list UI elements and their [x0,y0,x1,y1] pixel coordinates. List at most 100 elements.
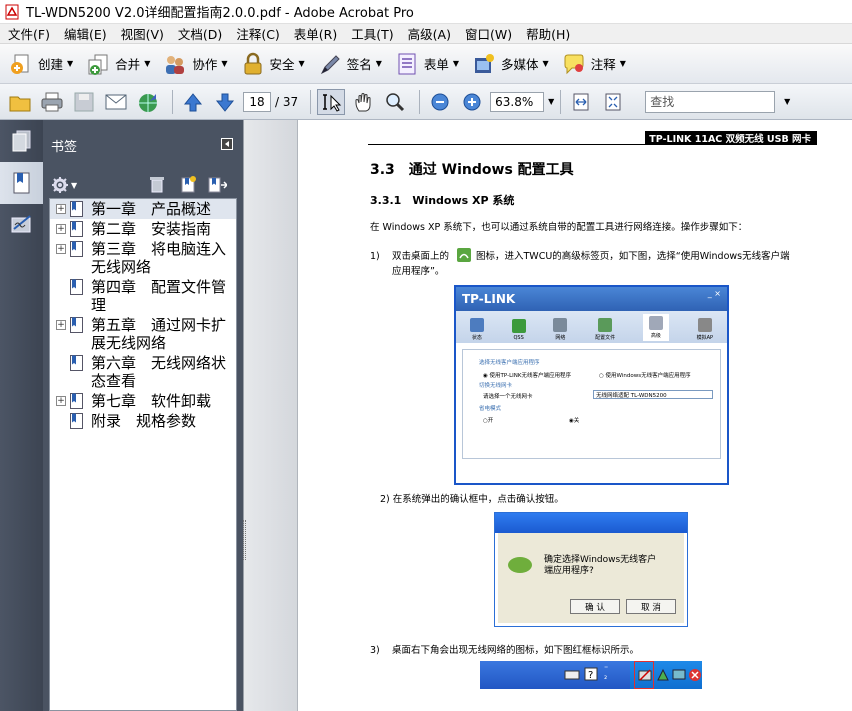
status-icon [469,318,484,332]
menu-comments[interactable]: 注释(C) [228,24,285,43]
pen-icon [317,51,343,77]
splitter-grip[interactable] [243,520,246,560]
pages-panel-button[interactable] [0,120,43,162]
utility-tab: 模拟AP [697,318,713,341]
previous-page-icon[interactable] [179,89,207,115]
find-input[interactable]: 查找 ▼ [645,90,790,113]
menu-view[interactable]: 视图(V) [113,24,170,43]
title-bar: TL-WDN5200 V2.0详细配置指南2.0.0.pdf - Adobe A… [0,0,852,24]
expand-plus-icon[interactable]: + [56,244,66,254]
zoom-in-icon[interactable] [458,89,486,115]
save-icon[interactable] [70,89,98,115]
toolbar-separator [560,89,562,114]
svg-text:?: ? [588,670,593,681]
upload-globe-icon[interactable] [134,89,162,115]
forms-button[interactable]: 表单 ▼ [394,49,459,79]
collapse-panel-button[interactable] [221,138,233,150]
sign-button[interactable]: 签名 ▼ [317,49,382,79]
menu-window[interactable]: 窗口(W) [457,24,518,43]
menu-edit[interactable]: 编辑(E) [56,24,113,43]
new-bookmark-icon[interactable] [179,175,197,196]
menu-tools[interactable]: 工具(T) [343,24,399,43]
confirm-ok-image-button: 确 认 [570,599,620,614]
network-tray-icon [656,668,670,685]
confirm-dialog-screenshot: 确定选择Windows无线客户端应用程序? 确 认 取 消 [494,512,688,627]
bookmark-icon [70,393,83,409]
next-page-icon[interactable] [211,89,239,115]
chevron-down-icon[interactable]: ▼ [784,97,790,106]
bookmarks-header: 书签 [43,120,243,170]
hand-tool-icon[interactable] [349,89,377,115]
multimedia-button[interactable]: 多媒体 ▼ [471,49,549,79]
bookmark-icon [70,355,83,371]
menu-forms[interactable]: 表单(R) [286,24,343,43]
profile-icon [598,318,613,332]
bookmark-item[interactable]: + 第五章 通过网卡扩展无线网络 [50,315,236,353]
chevron-down-icon: ▼ [221,59,228,68]
page-number-input[interactable]: 18 [243,91,271,112]
step1-number: 1) [370,251,380,262]
menu-help[interactable]: 帮助(H) [518,24,576,43]
subsection-heading: 3.3.1 Windows XP 系统 [370,194,515,207]
email-icon[interactable] [102,89,130,115]
bookmark-item[interactable]: + 第二章 安装指南 [50,219,236,239]
expand-bookmark-icon[interactable] [207,175,229,196]
menu-advanced[interactable]: 高级(A) [400,24,457,43]
keyboard-icon [564,669,580,684]
tasks-toolbar: 创建 ▼ 合并 ▼ 协作 ▼ 安全 ▼ 签名 ▼ 表单 ▼ 多媒体 ▼ 注释 ▼ [0,44,852,84]
chevron-down-icon: ▼ [375,59,382,68]
open-folder-icon[interactable] [6,89,34,115]
zoom-level-select[interactable]: 63.8% [490,91,545,112]
select-text-cursor-icon[interactable] [317,88,346,115]
chevron-down-icon[interactable]: ▼ [548,97,554,106]
help-icon: ? [584,667,598,684]
utility-tabs: 状态 QSS 网络 配置文件 高级 模拟AP [456,311,727,343]
expand-plus-icon[interactable]: + [56,224,66,234]
bookmark-icon [70,413,83,429]
menu-document[interactable]: 文档(D) [170,24,228,43]
comment-icon [561,51,587,77]
combine-icon [85,51,111,77]
zoom-out-icon[interactable] [426,89,454,115]
create-button[interactable]: 创建 ▼ [8,49,73,79]
doc-header-rule [368,144,817,145]
display-tray-icon [672,668,686,685]
bookmark-item[interactable]: + 第三章 将电脑连入无线网络 [50,239,236,277]
menu-file[interactable]: 文件(F) [0,24,56,43]
language-bar-icon: ⁼ ₂ [604,664,609,681]
bookmark-item[interactable]: 第四章 配置文件管理 [50,277,236,315]
speech-bubble-icon [508,557,532,573]
bookmark-item[interactable]: + 第一章 产品概述 [50,199,236,219]
chevron-down-icon: ▼ [619,59,626,68]
options-gear-icon[interactable]: ▼ [51,176,77,194]
bookmark-item[interactable]: 第六章 无线网络状态查看 [50,353,236,391]
bookmark-item[interactable]: 附录 规格参数 [50,411,236,431]
bookmark-item[interactable]: + 第七章 软件卸载 [50,391,236,411]
pane-splitter[interactable] [243,120,297,711]
wireless-utility-icon [456,247,472,266]
navigation-pane-rail [0,120,43,711]
step3-text: 桌面右下角会出现无线网络的图标，如下图红框标识所示。 [392,645,640,656]
create-pdf-icon [8,51,34,77]
fit-width-icon[interactable] [567,89,595,115]
comment-button[interactable]: 注释 ▼ [561,49,626,79]
expand-plus-icon[interactable]: + [56,204,66,214]
chevron-down-icon: ▼ [298,59,305,68]
security-button[interactable]: 安全 ▼ [240,49,305,79]
bookmarks-panel-button[interactable] [0,162,43,204]
marquee-zoom-icon[interactable] [381,89,409,115]
collaborate-button[interactable]: 协作 ▼ [162,49,228,79]
expand-plus-icon[interactable]: + [56,320,66,330]
step1-text-a: 双击桌面上的 [392,251,450,262]
print-icon[interactable] [38,89,66,115]
combine-button[interactable]: 合并 ▼ [85,49,150,79]
delete-bookmark-icon[interactable] [149,175,165,196]
signatures-panel-button[interactable] [0,204,43,246]
chevron-down-icon: ▼ [144,59,151,68]
taskbar-screenshot: ? ⁼ ₂ [480,661,702,689]
fit-page-icon[interactable] [599,89,627,115]
step1-text-c: 应用程序”。 [392,266,445,277]
doc-header-strip: TP-LINK 11AC 双频无线 USB 网卡 [645,131,817,145]
document-view[interactable]: TP-LINK 11AC 双频无线 USB 网卡 3.3 通过 Windows … [297,120,852,711]
expand-plus-icon[interactable]: + [56,396,66,406]
